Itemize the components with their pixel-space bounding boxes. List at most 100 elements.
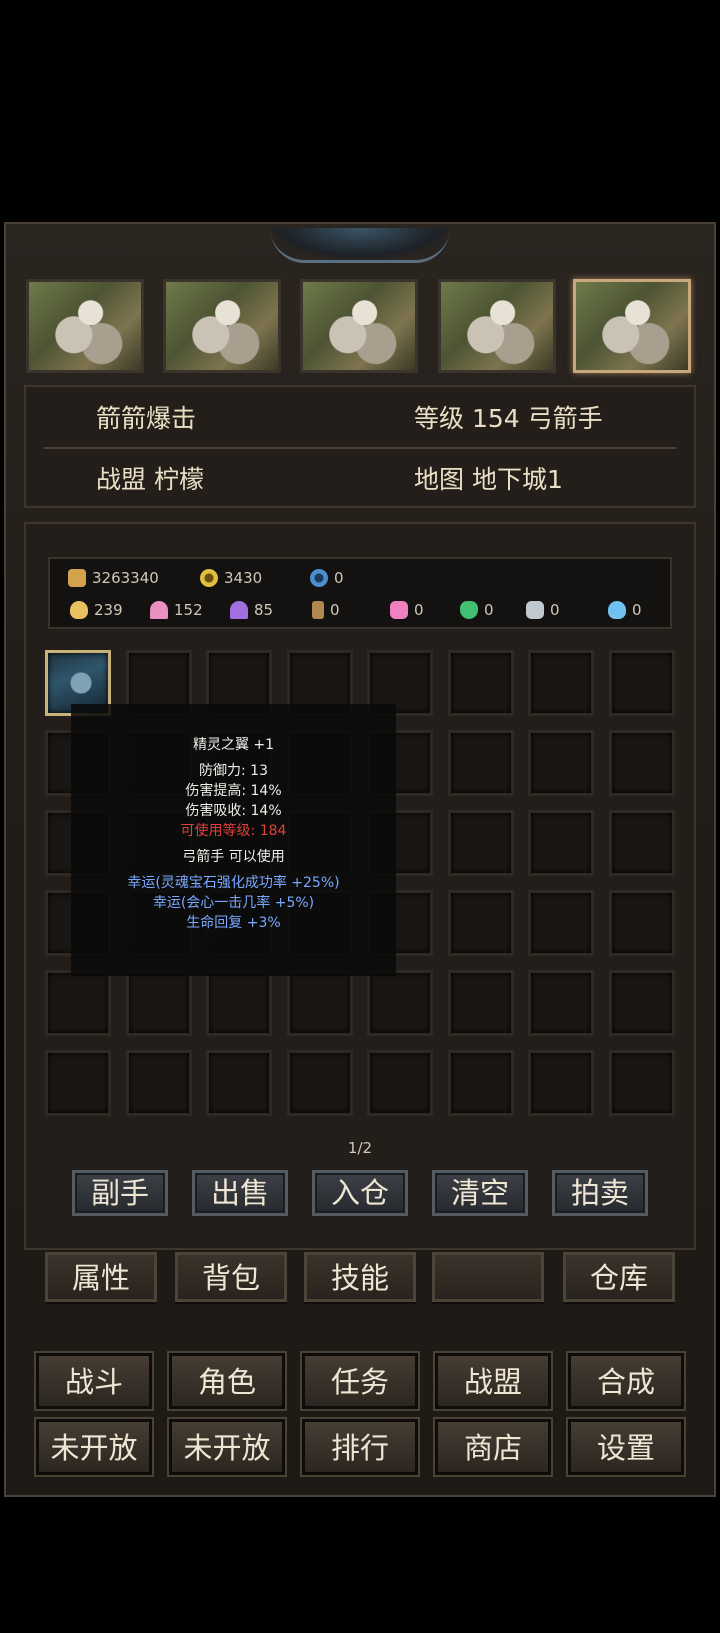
yellow-crystal: 239 <box>70 601 123 619</box>
character-level: 等级 154 弓箭手 <box>414 404 603 433</box>
blue-crystal: 0 <box>608 601 642 619</box>
gold-medal-icon <box>200 569 218 587</box>
inventory-slot[interactable] <box>286 1050 353 1116</box>
resource-bar: 3263340 3430 0 239 152 85 0 0 0 0 0 <box>48 557 672 629</box>
inventory-slot[interactable] <box>206 1050 272 1116</box>
green-crystal-value: 0 <box>484 601 494 619</box>
gold-coins: 3263340 <box>68 569 159 587</box>
gold-coins-icon <box>68 569 86 587</box>
blue-gem-value: 0 <box>334 569 344 587</box>
green-crystal-icon <box>460 601 478 619</box>
inventory-slot[interactable] <box>286 970 353 1036</box>
inventory-slot[interactable] <box>447 810 514 876</box>
inventory-slot[interactable] <box>528 810 594 876</box>
gold-medal-value: 3430 <box>224 569 263 587</box>
character-slot-4[interactable] <box>438 279 556 373</box>
top-ornament <box>270 228 450 263</box>
purple-mushroom-value: 85 <box>254 601 274 619</box>
inventory-slot[interactable] <box>447 890 514 956</box>
inventory-slot[interactable] <box>206 970 272 1036</box>
tab-attributes[interactable]: 属性 <box>45 1252 157 1302</box>
character-name: 箭箭爆击 <box>96 404 197 433</box>
character-map: 地图 地下城1 <box>414 465 563 494</box>
character-info-panel: 箭箭爆击 等级 154 弓箭手 战盟 柠檬 地图 地下城1 <box>24 385 696 508</box>
inventory-slot[interactable] <box>528 1050 594 1116</box>
blue-crystal-value: 0 <box>632 601 642 619</box>
menu-shop[interactable]: 商店 <box>435 1419 551 1475</box>
inventory-slot[interactable] <box>447 730 514 796</box>
inventory-slot[interactable] <box>608 730 675 796</box>
menu-settings[interactable]: 设置 <box>568 1419 684 1475</box>
inventory-slot[interactable] <box>608 810 675 876</box>
tab-empty[interactable] <box>432 1252 544 1302</box>
inventory-slot[interactable] <box>528 890 594 956</box>
inventory-slot[interactable] <box>125 970 192 1036</box>
inventory-slot[interactable] <box>608 1050 675 1116</box>
tooltip-class-requirement: 弓箭手 可以使用 <box>182 849 285 865</box>
tab-skills[interactable]: 技能 <box>304 1252 416 1302</box>
tooltip-level-requirement: 可使用等级: 184 <box>180 823 287 839</box>
tooltip-stat-defense: 防御力: 13 <box>199 763 268 779</box>
tooltip-bonus-2: 幸运(会心一击几率 +5%) <box>152 895 315 911</box>
tab-backpack[interactable]: 背包 <box>175 1252 287 1302</box>
info-divider <box>44 447 676 449</box>
inventory-slot[interactable] <box>528 730 594 796</box>
inventory-slot[interactable] <box>447 970 514 1036</box>
yellow-crystal-icon <box>70 601 88 619</box>
silver-ore: 0 <box>526 601 560 619</box>
inventory-slot[interactable] <box>125 1050 192 1116</box>
sell-button[interactable]: 出售 <box>192 1170 288 1216</box>
clear-button[interactable]: 清空 <box>432 1170 528 1216</box>
tab-warehouse[interactable]: 仓库 <box>563 1252 675 1302</box>
inventory-slot[interactable] <box>608 890 675 956</box>
inventory-slot[interactable] <box>528 650 594 716</box>
purple-mushroom: 85 <box>230 601 273 619</box>
blue-gem: 0 <box>310 569 344 587</box>
character-slot-1[interactable] <box>26 279 144 373</box>
character-slot-3[interactable] <box>300 279 418 373</box>
inventory-slot[interactable] <box>45 970 111 1036</box>
inventory-slot[interactable] <box>608 650 675 716</box>
store-button[interactable]: 入仓 <box>312 1170 408 1216</box>
menu-character[interactable]: 角色 <box>169 1353 285 1409</box>
silver-ore-value: 0 <box>550 601 560 619</box>
scroll-icon <box>312 601 324 619</box>
item-tooltip: 精灵之翼 +1 防御力: 13 伤害提高: 14% 伤害吸收: 14% 可使用等… <box>71 704 396 976</box>
inventory-slot[interactable] <box>367 970 433 1036</box>
inventory-slot[interactable] <box>447 1050 514 1116</box>
inventory-slot[interactable] <box>528 970 594 1036</box>
inventory-slot[interactable] <box>367 1050 433 1116</box>
menu-locked-1[interactable]: 未开放 <box>36 1419 152 1475</box>
page-indicator: 1/2 <box>347 1139 373 1157</box>
blue-gem-icon <box>310 569 328 587</box>
menu-locked-2[interactable]: 未开放 <box>169 1419 285 1475</box>
inventory-slot[interactable] <box>447 650 514 716</box>
scroll: 0 <box>312 601 340 619</box>
pink-diamond: 0 <box>390 601 424 619</box>
menu-craft[interactable]: 合成 <box>568 1353 684 1409</box>
pink-mushroom-icon <box>150 601 168 619</box>
menu-ranking[interactable]: 排行 <box>302 1419 418 1475</box>
scroll-value: 0 <box>330 601 340 619</box>
menu-guild[interactable]: 战盟 <box>435 1353 551 1409</box>
tooltip-item-name: 精灵之翼 +1 <box>192 737 275 753</box>
menu-quests[interactable]: 任务 <box>302 1353 418 1409</box>
inventory-slot[interactable] <box>608 970 675 1036</box>
pink-mushroom-value: 152 <box>174 601 203 619</box>
tooltip-bonus-1: 幸运(灵魂宝石强化成功率 +25%) <box>127 875 340 891</box>
yellow-crystal-value: 239 <box>94 601 123 619</box>
menu-battle[interactable]: 战斗 <box>36 1353 152 1409</box>
character-slot-2[interactable] <box>163 279 281 373</box>
pink-mushroom: 152 <box>150 601 203 619</box>
offhand-button[interactable]: 副手 <box>72 1170 168 1216</box>
gold-medal: 3430 <box>200 569 262 587</box>
tooltip-stat-damage-absorb: 伤害吸收: 14% <box>185 803 282 819</box>
gold-coins-value: 3263340 <box>92 569 159 587</box>
tooltip-stat-damage-boost: 伤害提高: 14% <box>185 783 282 799</box>
character-slot-5[interactable] <box>573 279 691 373</box>
inventory-slot[interactable] <box>45 1050 111 1116</box>
auction-button[interactable]: 拍卖 <box>552 1170 648 1216</box>
silver-ore-icon <box>526 601 544 619</box>
tooltip-bonus-3: 生命回复 +3% <box>186 915 281 931</box>
green-crystal: 0 <box>460 601 494 619</box>
